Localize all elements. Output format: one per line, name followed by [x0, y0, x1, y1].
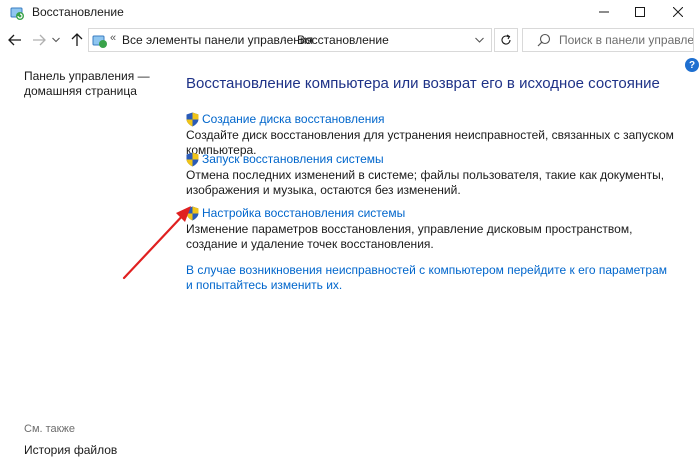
open-system-restore-link[interactable]: Запуск восстановления системы [202, 152, 384, 166]
address-bar[interactable]: « Все элементы панели управления › Восст… [88, 28, 492, 52]
create-recovery-drive-link[interactable]: Создание диска восстановления [202, 112, 385, 126]
help-button[interactable]: ? [685, 58, 699, 72]
recent-locations-button[interactable] [50, 30, 62, 50]
search-icon [537, 33, 551, 47]
recovery-app-icon [10, 7, 24, 20]
task-header: Создание диска восстановления [186, 111, 676, 127]
annotation-arrow-icon [122, 206, 191, 280]
uac-shield-icon [186, 152, 199, 166]
refresh-icon [501, 34, 511, 45]
maximize-icon [635, 7, 645, 17]
task-configure-system-restore: Настройка восстановления системы Изменен… [186, 205, 676, 252]
control-panel-icon [92, 35, 107, 48]
task-header: Запуск восстановления системы [186, 151, 676, 167]
uac-shield-icon [186, 112, 199, 126]
window-title: Восстановление [32, 5, 124, 19]
refresh-button[interactable] [494, 28, 518, 52]
task-header: Настройка восстановления системы [186, 205, 676, 221]
arrow-up-icon [71, 33, 83, 46]
close-button[interactable] [660, 0, 696, 24]
search-input[interactable] [559, 31, 693, 49]
title-bar: Восстановление [0, 0, 700, 26]
up-button[interactable] [68, 30, 86, 50]
breadcrumb-recovery[interactable]: Восстановление [297, 33, 389, 47]
file-history-link[interactable]: История файлов [24, 443, 117, 457]
reset-pc-link[interactable]: В случае возникновения неисправностей с … [186, 263, 676, 293]
task-description: Изменение параметров восстановления, упр… [186, 222, 633, 251]
see-also-heading: См. также [24, 423, 75, 435]
back-button[interactable] [6, 30, 24, 50]
close-icon [673, 7, 683, 17]
task-open-system-restore: Запуск восстановления системы Отмена пос… [186, 151, 676, 198]
configure-system-restore-link[interactable]: Настройка восстановления системы [202, 206, 405, 220]
chevron-down-icon [474, 37, 484, 43]
address-history-button[interactable] [469, 32, 489, 48]
maximize-button[interactable] [622, 0, 658, 24]
search-box[interactable] [522, 28, 694, 52]
page-title: Восстановление компьютера или возврат ег… [186, 75, 660, 92]
arrow-left-icon [8, 34, 21, 46]
minimize-button[interactable] [586, 0, 622, 24]
control-panel-home-link[interactable]: Панель управления — домашняя страница [24, 69, 154, 99]
forward-button[interactable] [30, 30, 48, 50]
breadcrumb-separator[interactable]: › [283, 33, 287, 45]
navigation-bar: « Все элементы панели управления › Восст… [0, 26, 700, 54]
arrow-right-icon [33, 34, 46, 46]
task-description: Отмена последних изменений в системе; фа… [186, 168, 665, 197]
address-overflow[interactable]: « [110, 32, 116, 44]
chevron-down-icon [52, 37, 60, 43]
minimize-icon [599, 11, 609, 13]
